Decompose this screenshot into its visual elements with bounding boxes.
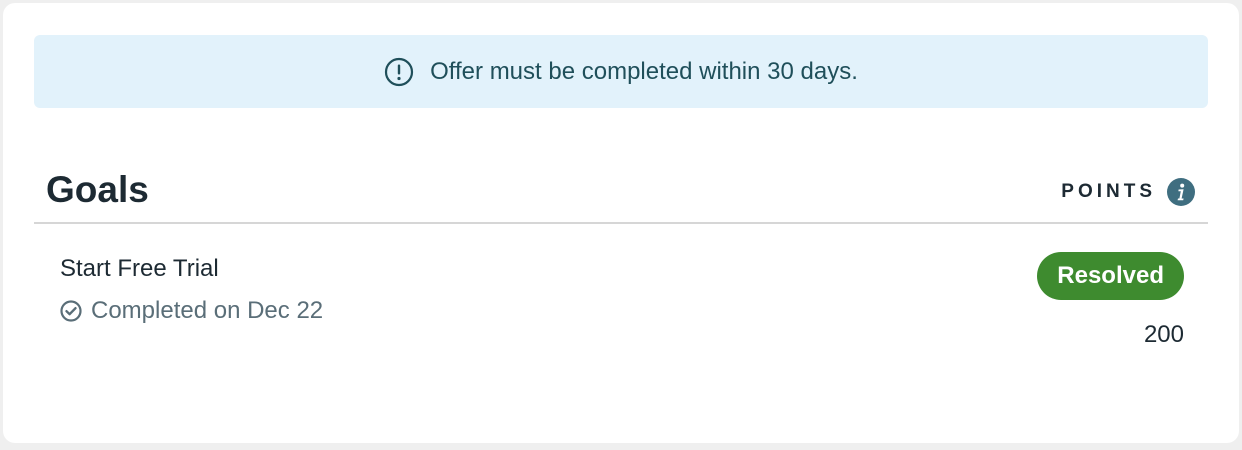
goal-status-text: Completed on Dec 22 — [91, 297, 324, 324]
goals-title: Goals — [46, 169, 149, 210]
points-column-header: POINTS — [1061, 177, 1196, 207]
info-icon[interactable] — [1166, 177, 1196, 207]
points-label: POINTS — [1061, 181, 1156, 202]
exclamation-circle-icon — [384, 57, 414, 87]
offer-notice-text: Offer must be completed within 30 days. — [430, 57, 858, 85]
resolved-badge: Resolved — [1037, 252, 1184, 300]
goal-status: Completed on Dec 22 — [60, 297, 323, 325]
goal-points: 200 — [1143, 321, 1184, 348]
goal-name: Start Free Trial — [60, 255, 219, 282]
offer-notice-banner: Offer must be completed within 30 days. — [34, 35, 1208, 108]
check-circle-icon — [60, 300, 82, 322]
goal-row: Start Free Trial Completed on Dec 22 Res… — [34, 235, 1208, 355]
offer-card: Offer must be completed within 30 days. … — [3, 3, 1239, 443]
goals-header: Goals POINTS — [34, 163, 1208, 224]
